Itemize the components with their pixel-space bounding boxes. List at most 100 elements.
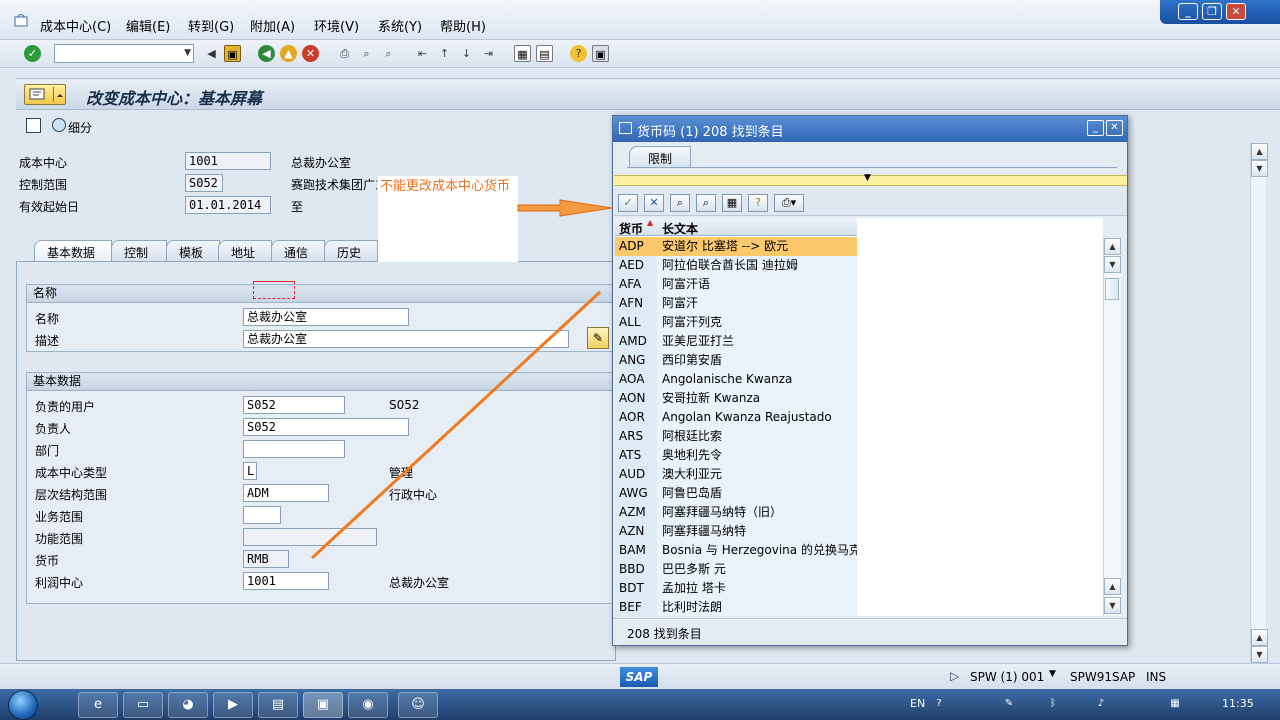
cost-center-type-input[interactable]: L <box>243 462 257 480</box>
tab-control[interactable]: 控制 <box>111 240 167 262</box>
find-icon[interactable]: ⌕ <box>358 45 375 62</box>
list-item[interactable]: AZM 阿塞拜疆马纳特（旧） <box>615 503 857 522</box>
copy-icon[interactable]: ✓ <box>618 194 638 212</box>
list-item[interactable]: ALL 阿富汗列克 <box>615 313 857 332</box>
minimize-icon[interactable]: _ <box>1178 3 1198 20</box>
list-item[interactable]: BEF 比利时法朗 <box>615 598 857 616</box>
help-icon[interactable]: ? <box>570 45 587 62</box>
person-responsible-input[interactable]: S052 <box>243 418 409 436</box>
close-icon[interactable]: ✕ <box>1226 3 1246 20</box>
department-input[interactable] <box>243 440 345 458</box>
dialog-minimize-icon[interactable]: _ <box>1087 120 1104 136</box>
list-item[interactable]: ANG 西印第安盾 <box>615 351 857 370</box>
sort-icon[interactable]: ▦ <box>722 194 742 212</box>
prev-page-icon[interactable]: ↑ <box>436 45 453 62</box>
tab-history[interactable]: 历史 <box>324 240 378 262</box>
menu-extras[interactable]: 附加(A) <box>250 16 295 35</box>
valid-from-field[interactable]: 01.01.2014 <box>185 196 271 214</box>
new-session-icon[interactable]: ▦ <box>514 45 531 62</box>
column-long-text[interactable]: 长文本 <box>662 220 698 237</box>
chrome-icon[interactable]: ◉ <box>348 692 388 718</box>
menu-edit[interactable]: 编辑(E) <box>126 16 170 35</box>
menu-cost-center[interactable]: 成本中心(C) <box>40 16 111 35</box>
scroll-down-icon[interactable]: ▼ <box>1251 646 1268 663</box>
start-button-icon[interactable] <box>8 690 38 720</box>
business-area-input[interactable] <box>243 506 281 524</box>
exit-icon[interactable]: ▲ <box>280 45 297 62</box>
play-icon[interactable]: ▷ <box>950 669 959 683</box>
back-arrow-icon[interactable]: ◀ <box>203 45 220 62</box>
scroll-thumb[interactable] <box>1105 278 1119 300</box>
bluetooth-icon[interactable]: ᛒ <box>1046 697 1060 711</box>
chevron-down-icon[interactable]: ▼ <box>184 48 191 58</box>
list-item[interactable]: AZN 阿塞拜疆马纳特 <box>615 522 857 541</box>
list-item[interactable]: BBD 巴巴多斯 元 <box>615 560 857 579</box>
back-icon[interactable]: ◀ <box>258 45 275 62</box>
hierarchy-icon[interactable] <box>26 118 41 133</box>
scroll-page-down-icon[interactable]: ▼ <box>1104 256 1121 273</box>
menu-environment[interactable]: 环境(V) <box>314 16 359 35</box>
profit-center-input[interactable]: 1001 <box>243 572 329 590</box>
menu-goto[interactable]: 转到(G) <box>188 16 234 35</box>
sap-menu-icon[interactable] <box>14 13 28 28</box>
scroll-page-down-icon[interactable]: ▼ <box>1251 160 1268 177</box>
save-icon[interactable]: ▣ <box>224 45 241 62</box>
tab-address[interactable]: 地址 <box>218 240 272 262</box>
menu-system[interactable]: 系统(Y) <box>378 16 422 35</box>
language-indicator[interactable]: EN <box>910 697 925 710</box>
command-field[interactable]: ▼ <box>54 44 194 63</box>
find-icon[interactable]: ⌕ <box>670 194 690 212</box>
find-next-icon[interactable]: ⌕ <box>696 194 716 212</box>
list-item[interactable]: AWG 阿鲁巴岛盾 <box>615 484 857 503</box>
restore-icon[interactable]: ❐ <box>1202 3 1222 20</box>
name-input[interactable]: 总裁办公室 <box>243 308 409 326</box>
list-item[interactable]: ARS 阿根廷比索 <box>615 427 857 446</box>
help-icon[interactable]: ? <box>748 194 768 212</box>
list-item[interactable]: ADP 安道尔 比塞塔 --> 欧元 <box>615 237 857 256</box>
list-item[interactable]: AFA 阿富汗语 <box>615 275 857 294</box>
tab-communication[interactable]: 通信 <box>271 240 325 262</box>
list-item[interactable]: AFN 阿富汗 <box>615 294 857 313</box>
menu-help[interactable]: 帮助(H) <box>440 16 486 35</box>
ie-icon[interactable]: e <box>78 692 118 718</box>
layout-menu-icon[interactable]: ▣ <box>592 45 609 62</box>
sap-gui-icon[interactable]: ▣ <box>303 692 343 718</box>
media-player-icon[interactable]: ▶ <box>213 692 253 718</box>
detail-button[interactable]: 细分 <box>68 119 92 136</box>
list-item[interactable]: BDT 孟加拉 塔卡 <box>615 579 857 598</box>
cancel-icon[interactable]: ✕ <box>302 45 319 62</box>
currency-field[interactable]: RMB <box>243 550 289 568</box>
ime-tray-icon[interactable]: ✎ <box>1002 697 1016 711</box>
enter-icon[interactable]: ✓ <box>24 45 41 62</box>
scroll-down-icon[interactable]: ▼ <box>1104 597 1121 614</box>
responsible-user-input[interactable]: S052 <box>243 396 345 414</box>
network-icon[interactable]: ▦ <box>1168 697 1182 711</box>
main-scrollbar[interactable]: ▲ ▼ ▲ ▼ <box>1250 143 1268 663</box>
list-item[interactable]: AOR Angolan Kwanza Reajustado <box>615 408 857 427</box>
help-tray-icon[interactable]: ? <box>932 697 946 711</box>
print-icon[interactable]: ⎙▾ <box>774 194 804 212</box>
hierarchy-area-input[interactable]: ADM <box>243 484 329 502</box>
detail-magnifier-icon[interactable] <box>52 118 66 132</box>
cancel-icon[interactable]: ✕ <box>644 194 664 212</box>
edit-text-icon[interactable]: ✎ <box>587 327 609 349</box>
scroll-up-icon[interactable]: ▲ <box>1251 143 1268 160</box>
list-item[interactable]: ATS 奥地利先令 <box>615 446 857 465</box>
print-icon[interactable]: ⎙ <box>336 45 353 62</box>
tab-restrictions[interactable]: 限制 <box>629 146 691 168</box>
scroll-page-up-icon[interactable]: ▲ <box>1251 629 1268 646</box>
description-input[interactable]: 总裁办公室 <box>243 330 569 348</box>
functional-area-input[interactable] <box>243 528 377 546</box>
users-icon[interactable]: ☺ <box>398 692 438 718</box>
list-item[interactable]: AED 阿拉伯联合酋长国 迪拉姆 <box>615 256 857 275</box>
scroll-up-icon[interactable]: ▲ <box>1104 238 1121 255</box>
restrictions-toggle-bar[interactable]: ▼ <box>614 173 1127 186</box>
notepad-icon[interactable]: ▤ <box>258 692 298 718</box>
last-page-icon[interactable]: ⇥ <box>480 45 497 62</box>
column-currency[interactable]: 货币 <box>619 220 643 237</box>
qq-icon[interactable]: ◕ <box>168 692 208 718</box>
controlling-area-field[interactable]: S052 <box>185 174 223 192</box>
chevron-down-icon[interactable]: ▼ <box>864 173 871 183</box>
first-page-icon[interactable]: ⇤ <box>414 45 431 62</box>
scroll-page-up-icon[interactable]: ▲ <box>1104 578 1121 595</box>
